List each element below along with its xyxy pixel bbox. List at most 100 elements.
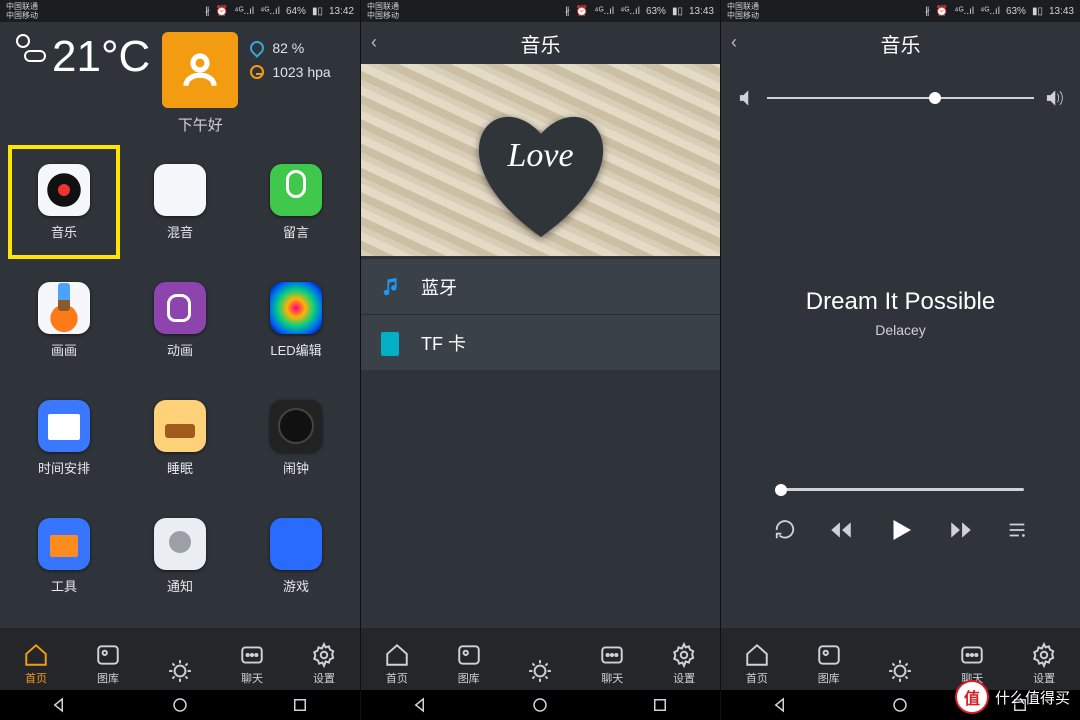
settings-icon bbox=[1031, 642, 1057, 668]
app-notify[interactable]: 通知 bbox=[122, 497, 238, 615]
app-animation[interactable]: 动画 bbox=[122, 261, 238, 379]
volume-high-icon[interactable] bbox=[1044, 88, 1064, 108]
tab-home[interactable]: 首页 bbox=[23, 642, 49, 686]
app-grid: 音乐 混音 留言 画画 动画 LED编辑 时间安排 睡眠 闹钟 工具 通知 游戏 bbox=[0, 141, 360, 628]
calendar-icon bbox=[38, 400, 90, 452]
brightness-icon bbox=[887, 658, 913, 684]
album-art: Love bbox=[361, 64, 720, 256]
nav-home-icon[interactable] bbox=[171, 696, 189, 714]
signal-icon: ⁴ᴳ..ıl bbox=[234, 6, 254, 17]
signal-icon: ⁴ᴳ..ıl bbox=[260, 6, 280, 17]
status-bar: 中国联通中国移动 ∦⏰ ⁴ᴳ..ıl⁴ᴳ..ıl 63%▮▯ 13:43 bbox=[361, 0, 720, 22]
carrier-text: 中国联通中国移动 bbox=[6, 2, 38, 20]
sleep-icon bbox=[154, 400, 206, 452]
gallery-icon bbox=[95, 642, 121, 668]
source-tfcard[interactable]: TF 卡 bbox=[361, 314, 720, 370]
sdcard-icon bbox=[381, 332, 403, 354]
nav-back-icon[interactable] bbox=[51, 696, 69, 714]
weather-icon bbox=[14, 32, 46, 64]
home-icon bbox=[384, 642, 410, 668]
app-games[interactable]: 游戏 bbox=[238, 497, 354, 615]
led-icon bbox=[270, 282, 322, 334]
volume-slider[interactable] bbox=[767, 97, 1034, 99]
tab-bar: 首页 图库 聊天 设置 bbox=[0, 628, 360, 690]
person-icon bbox=[179, 49, 221, 91]
nav-recent-icon[interactable] bbox=[291, 696, 309, 714]
chat-icon bbox=[599, 642, 625, 668]
home-icon bbox=[744, 642, 770, 668]
tab-chat[interactable]: 聊天 bbox=[599, 642, 625, 686]
clock-text: 13:42 bbox=[329, 6, 354, 17]
play-button[interactable] bbox=[886, 515, 916, 545]
brightness-icon bbox=[527, 658, 553, 684]
pane-home: 中国联通中国移动 ∦ ⏰ ⁴ᴳ..ıl ⁴ᴳ..ıl 64% ▮▯ 13:42 … bbox=[0, 0, 360, 720]
back-button[interactable]: ‹ bbox=[731, 32, 737, 53]
tab-settings[interactable]: 设置 bbox=[671, 642, 697, 686]
humidity-icon bbox=[247, 38, 267, 58]
nav-back-icon[interactable] bbox=[412, 696, 430, 714]
gallery-icon bbox=[816, 642, 842, 668]
song-meta: Dream It Possible Delacey bbox=[721, 288, 1080, 338]
android-navbar bbox=[361, 690, 720, 720]
playlist-button[interactable] bbox=[1006, 519, 1028, 541]
tab-brightness[interactable] bbox=[527, 658, 553, 686]
app-alarm[interactable]: 闹钟 bbox=[238, 379, 354, 497]
temperature-block: 21°C bbox=[14, 32, 150, 82]
app-led[interactable]: LED编辑 bbox=[238, 261, 354, 379]
brightness-icon bbox=[167, 658, 193, 684]
settings-icon bbox=[311, 642, 337, 668]
tab-home[interactable]: 首页 bbox=[384, 642, 410, 686]
signal-icon: ⁴ᴳ..ıl bbox=[954, 6, 974, 17]
pressure-icon bbox=[250, 65, 264, 79]
header: ‹ 音乐 bbox=[361, 22, 720, 64]
weather-metrics: 82 % 1023 hpa bbox=[250, 32, 330, 80]
signal-icon: ⁴ᴳ..ıl bbox=[980, 6, 1000, 17]
loop-button[interactable] bbox=[774, 519, 796, 541]
app-paint[interactable]: 画画 bbox=[6, 261, 122, 379]
app-schedule[interactable]: 时间安排 bbox=[6, 379, 122, 497]
status-bar: 中国联通中国移动 ∦⏰ ⁴ᴳ..ıl⁴ᴳ..ıl 63%▮▯ 13:43 bbox=[721, 0, 1080, 22]
watermark-icon: 值 bbox=[955, 680, 989, 714]
tab-brightness[interactable] bbox=[887, 658, 913, 686]
nav-home-icon[interactable] bbox=[891, 696, 909, 714]
tools-icon bbox=[38, 518, 90, 570]
tab-bar: 首页 图库 聊天 设置 bbox=[361, 628, 720, 690]
app-music[interactable]: 音乐 bbox=[6, 143, 122, 261]
app-mix[interactable]: 混音 bbox=[122, 143, 238, 261]
heart-stone: Love bbox=[466, 101, 616, 231]
app-tools[interactable]: 工具 bbox=[6, 497, 122, 615]
animation-icon bbox=[154, 282, 206, 334]
back-button[interactable]: ‹ bbox=[371, 32, 377, 53]
song-title: Dream It Possible bbox=[721, 288, 1080, 316]
tab-gallery[interactable]: 图库 bbox=[456, 642, 482, 686]
tab-gallery[interactable]: 图库 bbox=[816, 642, 842, 686]
app-sleep[interactable]: 睡眠 bbox=[122, 379, 238, 497]
nav-home-icon[interactable] bbox=[531, 696, 549, 714]
source-bluetooth[interactable]: 蓝牙 bbox=[361, 258, 720, 314]
tab-home[interactable]: 首页 bbox=[744, 642, 770, 686]
signal-icon: ⁴ᴳ..ıl bbox=[594, 6, 614, 17]
app-message[interactable]: 留言 bbox=[238, 143, 354, 261]
alarm-icon: ⏰ bbox=[576, 6, 588, 17]
tab-chat[interactable]: 聊天 bbox=[239, 642, 265, 686]
prev-button[interactable] bbox=[828, 517, 854, 543]
clock-icon bbox=[270, 400, 322, 452]
tab-gallery[interactable]: 图库 bbox=[95, 642, 121, 686]
nav-back-icon[interactable] bbox=[772, 696, 790, 714]
profile-avatar[interactable] bbox=[162, 32, 238, 108]
mixer-icon bbox=[154, 164, 206, 216]
bluetooth-icon: ∦ bbox=[925, 6, 930, 17]
nav-recent-icon[interactable] bbox=[651, 696, 669, 714]
greeting-text: 下午好 bbox=[178, 114, 223, 135]
microphone-icon bbox=[270, 164, 322, 216]
progress-bar[interactable] bbox=[777, 488, 1024, 491]
pressure-text: 1023 hpa bbox=[272, 64, 330, 80]
signal-icon: ⁴ᴳ..ıl bbox=[620, 6, 640, 17]
gallery-icon bbox=[456, 642, 482, 668]
temperature-text: 21°C bbox=[52, 32, 150, 82]
next-button[interactable] bbox=[948, 517, 974, 543]
volume-low-icon[interactable] bbox=[737, 88, 757, 108]
tab-brightness[interactable] bbox=[167, 658, 193, 686]
tab-settings[interactable]: 设置 bbox=[311, 642, 337, 686]
paint-icon bbox=[38, 282, 90, 334]
